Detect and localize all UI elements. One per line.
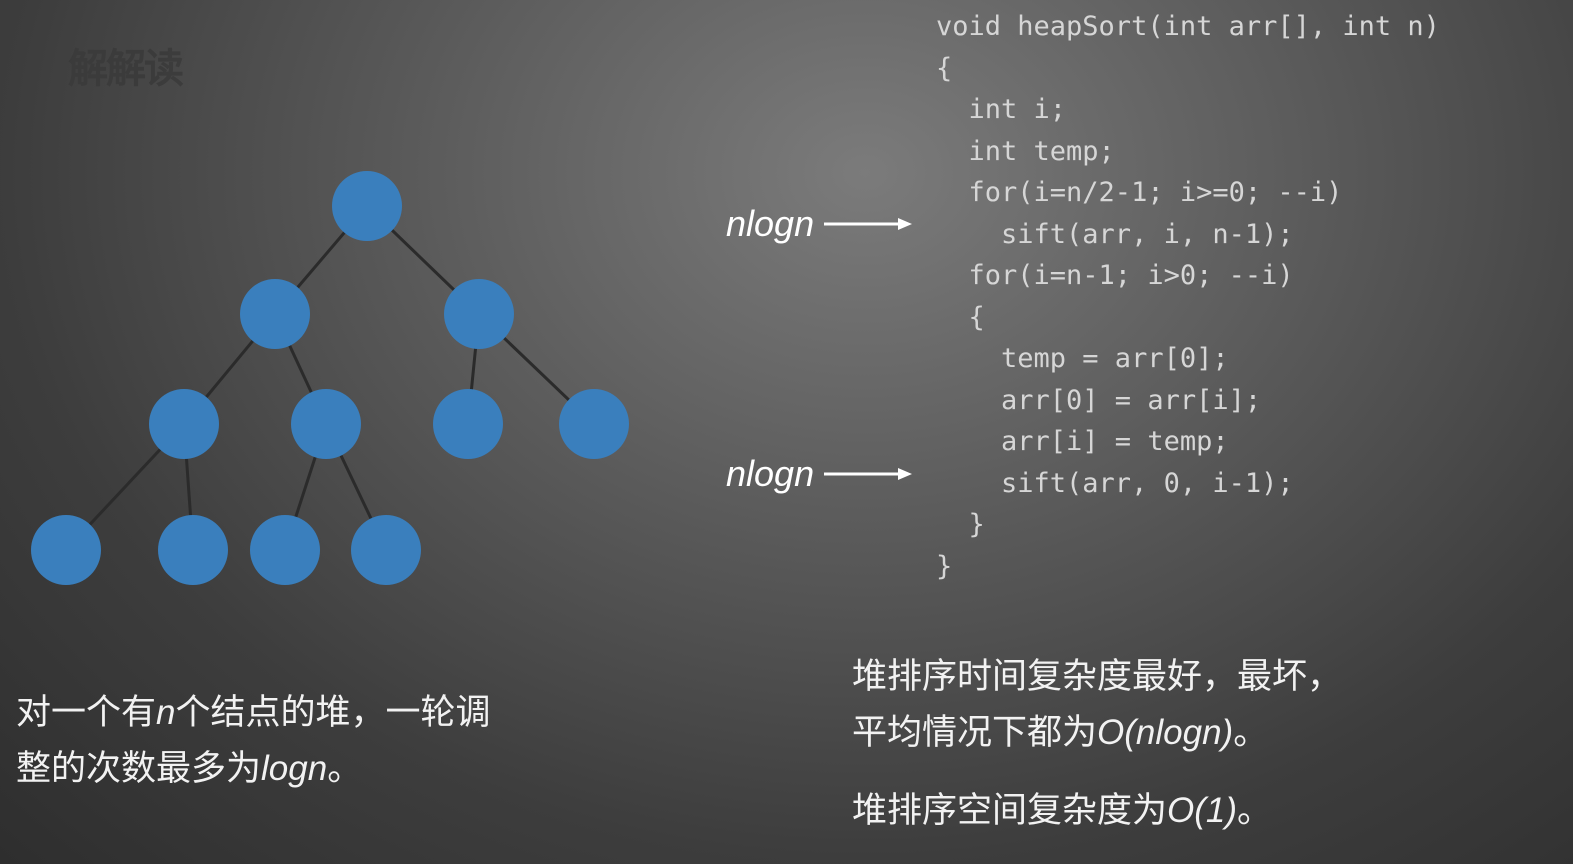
tree-node: [559, 389, 629, 459]
tree-node: [291, 389, 361, 459]
caption-line: 堆排序时间复杂度最好，最坏，: [852, 657, 1343, 697]
caption-line: 对一个有n个结点的堆，一轮调: [16, 693, 491, 733]
right-arrow-icon: [824, 218, 913, 230]
complexity-annotation-sort: nlogn: [726, 453, 913, 495]
tree-node: [444, 279, 514, 349]
tree-node: [332, 171, 402, 241]
caption-line: 整的次数最多为logn。: [16, 749, 363, 789]
tree-node: [250, 515, 320, 585]
expression-o-nlogn: O(nlogn): [1097, 713, 1234, 752]
tree-edges: [64, 204, 596, 552]
caption-line: 堆排序空间复杂度为O(1)。: [852, 791, 1273, 831]
code-line: arr[0] = arr[i];: [936, 384, 1262, 416]
code-line: {: [936, 52, 953, 84]
left-caption: 对一个有n个结点的堆，一轮调 整的次数最多为logn。: [16, 685, 491, 797]
code-line: }: [936, 550, 953, 582]
tree-node: [31, 515, 101, 585]
code-line: arr[i] = temp;: [936, 426, 1229, 457]
tree-node: [351, 515, 421, 585]
heap-tree-diagram: [31, 171, 629, 585]
code-line: temp = arr[0];: [936, 343, 1229, 374]
code-block: void heapSort(int arr[], int n) { int i;…: [936, 6, 1440, 587]
code-line: sift(arr, 0, i-1);: [936, 467, 1294, 499]
code-line: for(i=n-1; i>0; --i): [936, 260, 1294, 291]
variable-n: n: [156, 693, 176, 732]
caption-line: 平均情况下都为O(nlogn)。: [852, 713, 1269, 753]
tree-node: [433, 389, 503, 459]
right-arrow-icon: [824, 468, 913, 480]
code-line: }: [936, 509, 985, 540]
code-line: void heapSort(int arr[], int n): [936, 11, 1440, 42]
complexity-annotation-build: nlogn: [726, 203, 913, 245]
code-line: int temp;: [936, 135, 1115, 167]
annotation-label: nlogn: [726, 203, 815, 244]
tree-node: [158, 515, 228, 585]
code-line: {: [936, 301, 985, 333]
expression-logn: logn: [261, 749, 328, 788]
code-line: sift(arr, i, n-1);: [936, 218, 1294, 250]
right-caption: 堆排序时间复杂度最好，最坏， 平均情况下都为O(nlogn)。 堆排序空间复杂度…: [852, 650, 1342, 839]
code-line: int i;: [936, 94, 1067, 125]
annotation-label: nlogn: [726, 453, 815, 494]
tree-nodes: [31, 171, 629, 585]
tree-node: [149, 389, 219, 459]
tree-node: [240, 279, 310, 349]
expression-o-1: O(1): [1167, 791, 1238, 830]
code-line: for(i=n/2-1; i>=0; --i): [936, 177, 1343, 208]
